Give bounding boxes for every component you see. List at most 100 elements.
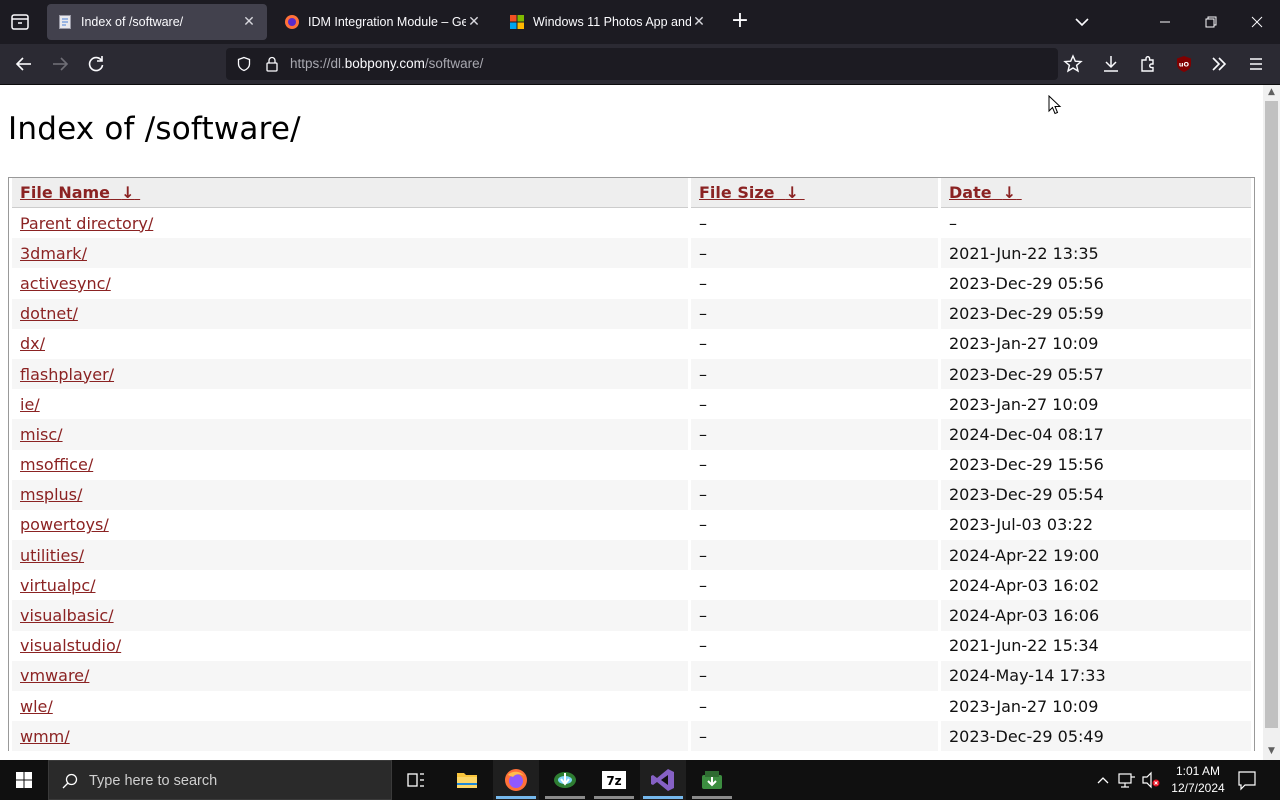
file-size-cell: – xyxy=(699,455,707,475)
directory-link[interactable]: msoffice/ xyxy=(20,455,93,474)
table-row: Parent directory/ – – xyxy=(12,208,1251,238)
directory-link[interactable]: msplus/ xyxy=(20,485,82,504)
scrollbar-thumb[interactable] xyxy=(1265,101,1278,728)
date-cell: 2023-Dec-29 05:59 xyxy=(941,298,1251,329)
search-placeholder: Type here to search xyxy=(89,773,218,789)
internet-download-manager-icon[interactable] xyxy=(542,760,588,800)
forward-arrow-icon[interactable] xyxy=(48,52,72,76)
file-name-cell: flashplayer/ xyxy=(12,358,688,390)
file-name-cell: virtualpc/ xyxy=(12,570,688,600)
table-row: msplus/ –2023-Dec-29 05:54 xyxy=(12,479,1251,510)
table-header-row: File Name ↓ File Size ↓ Date ↓ xyxy=(12,178,1251,208)
page-content: Index of /software/ File Name ↓ File Siz… xyxy=(0,85,1263,760)
sort-by-date-link[interactable]: Date ↓ xyxy=(949,183,1022,202)
windows-taskbar: Type here to search 7z 1:01 AM 12/7/2024 xyxy=(0,760,1280,800)
lock-icon[interactable] xyxy=(264,55,280,73)
table-row: wle/ – 2023-Jan-27 10:09 xyxy=(12,691,1251,721)
taskbar-search-box[interactable]: Type here to search xyxy=(48,760,392,800)
table-row: wmm/ –2023-Dec-29 05:49 xyxy=(12,721,1251,752)
minimize-icon[interactable] xyxy=(1151,8,1179,36)
page-scrollbar[interactable]: ▲ ▼ xyxy=(1263,85,1280,760)
file-name-cell: ie/ xyxy=(12,389,688,419)
restore-icon[interactable] xyxy=(1197,8,1225,36)
windows-start-icon[interactable] xyxy=(0,760,48,800)
directory-link[interactable]: dotnet/ xyxy=(20,304,78,323)
file-size-cell: – xyxy=(691,238,938,269)
reload-icon[interactable] xyxy=(84,52,108,76)
file-name-cell: activesync/ xyxy=(12,268,688,298)
date-cell: 2024-Apr-22 19:00 xyxy=(941,540,1251,571)
sort-arrow-icon: ↓ xyxy=(121,183,135,202)
back-arrow-icon[interactable] xyxy=(12,52,36,76)
visual-studio-icon[interactable] xyxy=(640,760,686,800)
firefox-taskbar-icon[interactable] xyxy=(493,760,539,800)
directory-link[interactable]: 3dmark/ xyxy=(20,244,87,263)
file-name-cell: msoffice/ xyxy=(12,450,688,480)
sort-by-file-size-link[interactable]: File Size ↓ xyxy=(699,183,805,202)
hamburger-menu-icon[interactable] xyxy=(1244,52,1268,76)
directory-link[interactable]: virtualpc/ xyxy=(20,576,96,595)
directory-link[interactable]: visualstudio/ xyxy=(20,636,121,655)
file-size-cell: – xyxy=(699,273,707,293)
table-row: 3dmark/ –2021-Jun-22 13:35 xyxy=(12,238,1251,269)
url-text[interactable]: https://dl.bobpony.com/software/ xyxy=(290,56,483,71)
firefox-addons-icon xyxy=(285,15,299,29)
file-name-cell: visualstudio/ xyxy=(12,631,688,661)
firefox-view-icon[interactable] xyxy=(8,10,32,34)
more-tools-chevron-icon[interactable] xyxy=(1207,52,1231,76)
sort-by-file-name-link[interactable]: File Name ↓ xyxy=(20,183,140,202)
downloads-icon[interactable] xyxy=(1099,52,1123,76)
tab-windows-photos[interactable]: Windows 11 Photos App and Cl ✕ xyxy=(499,4,717,40)
bookmark-star-icon[interactable] xyxy=(1061,52,1085,76)
close-tab-icon[interactable]: ✕ xyxy=(691,14,707,30)
network-icon[interactable] xyxy=(1116,760,1138,800)
ublock-origin-icon[interactable]: uO xyxy=(1172,52,1196,76)
scroll-down-arrow-icon[interactable]: ▼ xyxy=(1267,747,1276,756)
directory-link[interactable]: misc/ xyxy=(20,425,63,444)
show-hidden-icons-chevron-icon[interactable] xyxy=(1093,760,1113,800)
tab-idm-integration[interactable]: IDM Integration Module – Get t ✕ xyxy=(274,4,492,40)
directory-link[interactable]: dx/ xyxy=(20,334,45,353)
file-name-cell: dotnet/ xyxy=(12,298,688,329)
date-cell: 2021-Jun-22 15:34 xyxy=(949,636,1099,656)
svg-text:7z: 7z xyxy=(606,774,621,788)
date-cell: 2023-Dec-29 05:49 xyxy=(941,721,1251,752)
directory-link[interactable]: wle/ xyxy=(20,697,53,716)
date-cell: 2023-Dec-29 05:57 xyxy=(941,358,1251,390)
directory-link[interactable]: activesync/ xyxy=(20,274,111,293)
extensions-puzzle-icon[interactable] xyxy=(1136,52,1160,76)
directory-link[interactable]: flashplayer/ xyxy=(20,365,114,384)
file-size-cell: – xyxy=(691,600,938,631)
table-row: activesync/ – 2023-Dec-29 05:56 xyxy=(12,268,1251,298)
tracking-protection-shield-icon[interactable] xyxy=(236,56,252,72)
directory-link[interactable]: Parent directory/ xyxy=(20,214,153,233)
clock-date: 12/7/2024 xyxy=(1171,781,1225,795)
list-all-tabs-chevron-icon[interactable] xyxy=(1070,10,1094,34)
column-header-file-name: File Name ↓ xyxy=(12,178,688,208)
close-window-icon[interactable] xyxy=(1243,8,1271,36)
scroll-up-arrow-icon[interactable]: ▲ xyxy=(1267,88,1276,97)
file-name-cell: powertoys/ xyxy=(12,510,688,540)
tab-index-software[interactable]: Index of /software/ ✕ xyxy=(47,4,267,40)
close-tab-icon[interactable]: ✕ xyxy=(466,14,482,30)
taskbar-clock[interactable]: 1:01 AM 12/7/2024 xyxy=(1160,763,1236,797)
new-tab-plus-icon[interactable]: + xyxy=(728,10,752,34)
table-row: dotnet/ –2023-Dec-29 05:59 xyxy=(12,298,1251,329)
directory-link[interactable]: utilities/ xyxy=(20,546,84,565)
task-view-icon[interactable] xyxy=(393,760,439,800)
volume-muted-icon[interactable] xyxy=(1140,760,1162,800)
directory-link[interactable]: wmm/ xyxy=(20,727,70,746)
7zip-icon[interactable]: 7z xyxy=(591,760,637,800)
sort-arrow-icon: ↓ xyxy=(785,183,800,202)
file-explorer-icon[interactable] xyxy=(444,760,490,800)
directory-link[interactable]: ie/ xyxy=(20,395,40,414)
close-tab-icon[interactable]: ✕ xyxy=(241,14,257,30)
file-name-cell: misc/ xyxy=(12,419,688,450)
app-installer-icon[interactable] xyxy=(689,760,735,800)
directory-link[interactable]: vmware/ xyxy=(20,666,89,685)
action-center-notification-icon[interactable] xyxy=(1236,760,1258,800)
directory-link[interactable]: powertoys/ xyxy=(20,515,109,534)
table-row: powertoys/ – 2023-Jul-03 03:22 xyxy=(12,510,1251,540)
directory-link[interactable]: visualbasic/ xyxy=(20,606,114,625)
address-bar[interactable]: https://dl.bobpony.com/software/ xyxy=(226,48,1058,80)
